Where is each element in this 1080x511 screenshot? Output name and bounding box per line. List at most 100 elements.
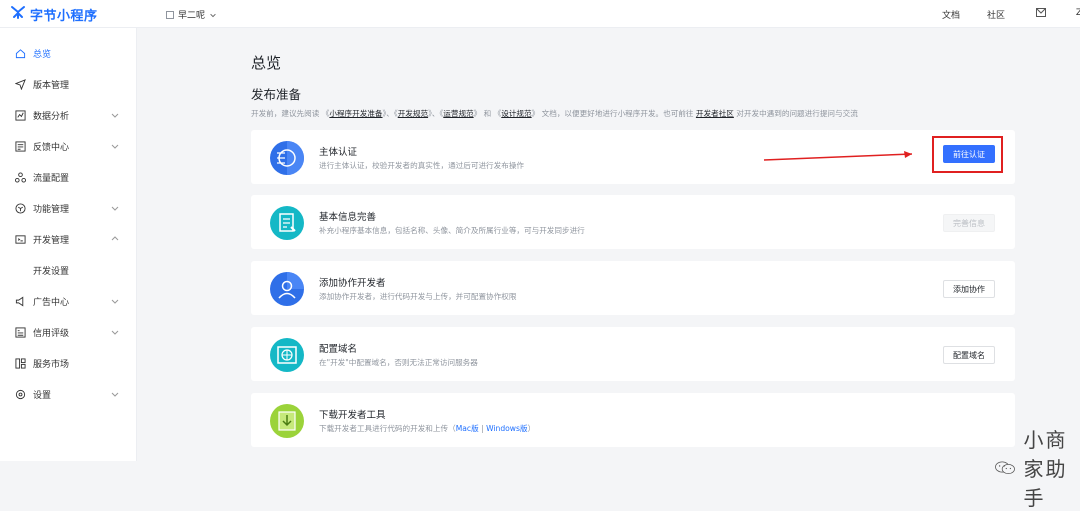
configure-domain-button[interactable]: 配置域名 [943,346,995,364]
sidebar-item-label: 流量配置 [33,173,70,184]
download-icon [270,404,304,438]
watermark-text: 小商家助手 [1023,428,1068,510]
sidebar-item-ads[interactable]: 广告中心 [0,289,137,313]
chevron-down-icon [111,330,119,335]
card-description: 补充小程序基本信息，包括名称、头像、简介及所属行业等，可与开发同步进行 [319,226,585,235]
sidebar-item-label: 数据分析 [33,111,70,122]
chevron-down-icon [111,299,119,304]
sidebar-item-dev-settings[interactable]: 开发设置 [0,258,137,282]
sidebar-item-label: 服务市场 [33,359,70,370]
section-description: 开发前，建议先阅读 《小程序开发准备》、《开发规范》、《运营规范》 和 《设计规… [251,108,858,119]
link-ops-spec[interactable]: 运营规范 [443,109,473,118]
chevron-up-icon [111,236,119,241]
chevron-down-icon [111,113,119,118]
desc-text: 》、《 [428,109,444,118]
info-doc-icon [270,206,304,240]
sidebar-item-dev-management[interactable]: 开发管理 [0,227,137,251]
link-design-spec[interactable]: 设计规范 [501,109,531,118]
chart-icon [15,109,26,121]
windows-download-link[interactable]: Windows版 [486,424,528,433]
mail-icon[interactable] [1036,8,1046,20]
sidebar-item-market[interactable]: 服务市场 [0,351,137,375]
ad-icon [15,296,26,307]
card-download-devtools: 下载开发者工具 下载开发者工具进行代码的开发和上传（Mac版 | Windows… [251,393,1015,447]
top-bar: 字节小程序 早二呢 文档 社区 Z [0,0,1080,28]
sidebar-item-label: 信用评级 [33,328,70,339]
sidebar-item-credit[interactable]: 信用评级 [0,320,137,344]
link-dev-community[interactable]: 开发者社区 [696,109,734,118]
domain-icon [270,338,304,372]
complete-info-button[interactable]: 完善信息 [943,214,995,232]
watermark: 小商家助手 [995,424,1080,511]
sidebar-item-label: 广告中心 [33,297,70,308]
chevron-down-icon [210,13,216,17]
sidebar-item-versions[interactable]: 版本管理 [0,72,137,96]
sidebar-item-label: 版本管理 [33,80,70,91]
add-collaborator-button[interactable]: 添加协作 [943,280,995,298]
wechat-icon [995,460,1015,474]
desc-text: 下载开发者工具进行代码的开发和上传（ [319,424,456,433]
sidebar-item-features[interactable]: 功能管理 [0,196,137,220]
credit-icon [15,326,26,338]
settings-icon [15,389,26,400]
desc-text: 开发前，建议先阅读 《 [251,109,330,118]
sidebar-item-overview[interactable]: 总览 [0,41,137,65]
feedback-icon [15,140,26,152]
card-title: 配置域名 [319,344,358,355]
logo-icon [10,4,26,24]
main-content: 总览 发布准备 开发前，建议先阅读 《小程序开发准备》、《开发规范》、《运营规范… [137,28,1080,510]
cube-icon [15,202,26,214]
sidebar-item-label: 开发设置 [33,266,70,277]
dev-icon [15,234,26,245]
card-description: 下载开发者工具进行代码的开发和上传（Mac版 | Windows版） [319,423,535,434]
chevron-down-icon [111,206,119,211]
app-grid-icon [166,10,174,19]
card-title: 下载开发者工具 [319,410,386,421]
card-basic-info: 基本信息完善 补充小程序基本信息，包括名称、头像、简介及所属行业等，可与开发同步… [251,195,1015,249]
desc-text: 》 和 《 [473,109,502,118]
desc-text: 对开发中遇到的问题进行提问与交流 [733,109,858,118]
card-add-collaborator: 添加协作开发者 添加协作开发者，进行代码开发与上传，并可配置协作权限 添加协作 [251,261,1015,315]
desc-text: 》、《 [382,109,398,118]
sidebar-item-feedback[interactable]: 反馈中心 [0,134,137,158]
user-avatar[interactable]: Z [1076,8,1080,18]
send-icon [15,78,26,90]
annotation-highlight-box [932,136,1003,173]
app-switcher[interactable]: 早二呢 [166,8,217,21]
collaborator-icon [270,272,304,306]
sidebar-item-settings[interactable]: 设置 [0,382,137,406]
logo-text: 字节小程序 [30,8,98,24]
card-configure-domain: 配置域名 在"开发"中配置域名，否则无法正常访问服务器 配置域名 [251,327,1015,381]
mac-download-link[interactable]: Mac版 [456,424,479,433]
docs-link[interactable]: 文档 [942,8,960,21]
logo[interactable]: 字节小程序 [10,4,98,24]
market-icon [15,357,26,369]
identity-icon [270,141,304,175]
card-description: 进行主体认证，校验开发者的真实性，通过后可进行发布操作 [319,161,525,170]
section-title: 发布准备 [251,87,302,102]
sidebar-item-traffic[interactable]: 流量配置 [0,165,137,189]
card-description: 添加协作开发者，进行代码开发与上传，并可配置协作权限 [319,292,517,301]
sidebar-item-label: 总览 [33,49,52,60]
desc-text: ） [527,424,536,433]
page-title: 总览 [251,54,282,72]
sidebar-item-label: 反馈中心 [33,142,70,153]
flow-icon [15,171,26,183]
chevron-down-icon [111,392,119,397]
community-link[interactable]: 社区 [987,8,1005,21]
link-dev-prep[interactable]: 小程序开发准备 [329,109,382,118]
card-description: 在"开发"中配置域名，否则无法正常访问服务器 [319,358,478,367]
chevron-down-icon [111,144,119,149]
sidebar: 总览 版本管理 数据分析 反馈中心 流量配置 功能管理 开发管理 开发设置 广告… [0,28,137,461]
annotation-arrow [763,151,913,161]
card-title: 基本信息完善 [319,212,377,223]
sidebar-item-label: 开发管理 [33,235,70,246]
home-icon [15,48,26,59]
sidebar-item-label: 设置 [33,390,52,401]
link-separator: | [481,424,484,433]
app-name: 早二呢 [178,11,206,21]
sidebar-item-label: 功能管理 [33,204,70,215]
card-title: 主体认证 [319,147,358,158]
link-dev-spec[interactable]: 开发规范 [398,109,428,118]
sidebar-item-analytics[interactable]: 数据分析 [0,103,137,127]
